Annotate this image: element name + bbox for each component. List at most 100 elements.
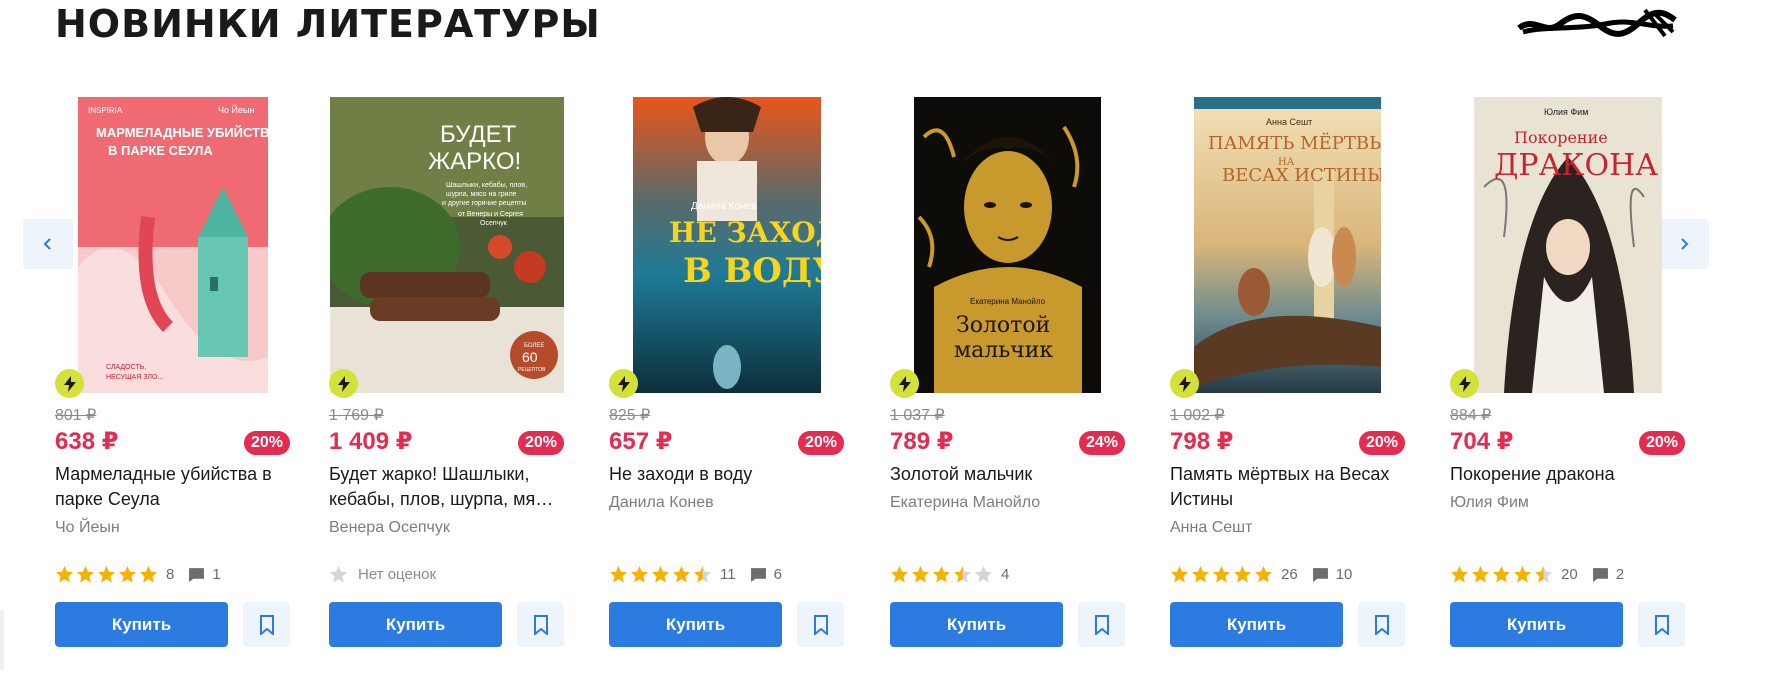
book-author[interactable]: Чо Йеын — [55, 519, 120, 537]
svg-text:РЕЦЕПТОВ: РЕЦЕПТОВ — [518, 367, 546, 373]
svg-text:БУДЕТ: БУДЕТ — [440, 121, 517, 148]
bolt-icon — [609, 369, 638, 398]
svg-text:СЛАДОСТЬ,: СЛАДОСТЬ, — [106, 364, 146, 371]
star-half-icon — [953, 565, 972, 582]
svg-text:ЖАРКО!: ЖАРКО! — [428, 148, 521, 175]
comment-count: 2 — [1615, 565, 1625, 583]
svg-text:НЕСУЩАЯ ЗЛО...: НЕСУЩАЯ ЗЛО... — [106, 374, 163, 381]
discount-badge: 20% — [797, 431, 844, 455]
discount-badge: 24% — [1078, 431, 1125, 455]
star-rating — [890, 565, 995, 584]
rating-count: 4 — [1001, 565, 1010, 583]
book-card[interactable]: БУДЕТ ЖАРКО! Шашлыки, кебабы, плов, шурп… — [329, 97, 569, 657]
discount-badge: 20% — [243, 431, 290, 455]
rating-row: 8 1 — [55, 563, 221, 585]
star-full-icon — [1513, 565, 1532, 582]
book-author[interactable]: Юлия Фим — [1450, 494, 1529, 512]
book-title[interactable]: Мармеладные убийства в парке Сеула — [55, 462, 287, 512]
book-author[interactable]: Венера Осепчук — [329, 519, 450, 537]
buy-button[interactable]: Купить — [329, 602, 502, 647]
star-full-icon — [911, 565, 930, 582]
bookmark-button[interactable] — [243, 602, 290, 647]
old-price: 1 002 ₽ — [1170, 407, 1225, 424]
book-title[interactable]: Память мёртвых на Весах Истины — [1170, 462, 1402, 512]
book-card[interactable]: Юлия Фим Покорение ДРАКОНА 884 ₽ 704 ₽ 2… — [1450, 97, 1690, 657]
bookmark-icon — [813, 614, 828, 635]
svg-text:Анна Сешт: Анна Сешт — [1266, 117, 1312, 127]
book-cover[interactable]: INSPIRIA Чо Йеын МАРМЕЛАДНЫЕ УБИЙСТВА В … — [77, 97, 268, 393]
bookmark-button[interactable] — [1358, 602, 1405, 647]
rating-row: Нет оценок — [329, 563, 436, 585]
svg-text:и другие горячие рецепты: и другие горячие рецепты — [442, 200, 527, 207]
buy-button[interactable]: Купить — [609, 602, 782, 647]
price: 638 ₽ — [55, 428, 119, 455]
book-author[interactable]: Данила Конев — [609, 494, 714, 512]
no-rating-label: Нет оценок — [358, 565, 437, 583]
svg-text:60: 60 — [522, 349, 538, 365]
bookmark-icon — [1374, 614, 1389, 635]
svg-text:В ПАРКЕ СЕУЛА: В ПАРКЕ СЕУЛА — [108, 143, 213, 158]
buy-button[interactable]: Купить — [1170, 602, 1343, 647]
book-title[interactable]: Покорение дракона — [1450, 462, 1682, 487]
bookmark-button[interactable] — [1638, 602, 1685, 647]
svg-text:Чо Йеын: Чо Йеын — [218, 104, 254, 115]
rating-count: 26 — [1281, 565, 1298, 583]
svg-text:ДРАКОНА: ДРАКОНА — [1494, 148, 1658, 183]
old-price: 801 ₽ — [55, 407, 97, 424]
book-cover[interactable]: Анна Сешт ПАМЯТЬ МЁРТВЫХ НА ВЕСАХ ИСТИНЫ — [1194, 97, 1381, 393]
svg-text:от Венеры и Сергея: от Венеры и Сергея — [458, 211, 523, 218]
book-author[interactable]: Екатерина Манойло — [890, 494, 1040, 512]
price: 789 ₽ — [890, 428, 954, 455]
rating-row: 4 — [890, 563, 1023, 585]
comment-icon — [750, 567, 766, 582]
rating-row: 26 10 — [1170, 563, 1352, 585]
buy-button[interactable]: Купить — [1450, 602, 1623, 647]
svg-text:Шашлыки, кебабы, плов,: Шашлыки, кебабы, плов, — [446, 181, 527, 189]
comment-count: 6 — [773, 565, 782, 583]
book-title[interactable]: Не заходи в воду — [609, 462, 841, 487]
svg-text:ПАМЯТЬ МЁРТВЫХ: ПАМЯТЬ МЁРТВЫХ — [1208, 131, 1381, 154]
book-author[interactable]: Анна Сешт — [1170, 519, 1252, 537]
bookmark-button[interactable] — [1078, 602, 1125, 647]
star-full-icon — [1450, 565, 1469, 582]
price: 657 ₽ — [609, 428, 673, 455]
star-empty-icon — [329, 565, 348, 582]
comment-icon — [1592, 567, 1608, 582]
star-half-icon — [1534, 565, 1553, 582]
rating-row: 11 6 — [609, 563, 782, 585]
svg-text:мальчик: мальчик — [954, 338, 1053, 363]
bookmark-button[interactable] — [517, 602, 564, 647]
old-price: 884 ₽ — [1450, 407, 1492, 424]
old-price: 1 769 ₽ — [329, 407, 384, 424]
svg-text:Данила Конев: Данила Конев — [691, 201, 756, 212]
book-cover[interactable]: Екатерина Манойло Золотой мальчик — [914, 97, 1101, 393]
section-title: НОВИНКИ ЛИТЕРАТУРЫ — [55, 2, 601, 46]
bookmark-button[interactable] — [797, 602, 844, 647]
svg-text:ВЕСАХ ИСТИНЫ: ВЕСАХ ИСТИНЫ — [1222, 165, 1381, 186]
star-rating — [55, 565, 160, 584]
book-cover[interactable]: Данила Конев НЕ ЗАХОДИ В ВОДУ — [632, 97, 821, 393]
svg-text:НЕ ЗАХОДИ: НЕ ЗАХОДИ — [669, 216, 821, 249]
book-card[interactable]: Данила Конев НЕ ЗАХОДИ В ВОДУ 825 ₽ 657 … — [609, 97, 849, 657]
book-cover[interactable]: БУДЕТ ЖАРКО! Шашлыки, кебабы, плов, шурп… — [329, 97, 564, 393]
book-card[interactable]: INSPIRIA Чо Йеын МАРМЕЛАДНЫЕ УБИЙСТВА В … — [55, 97, 295, 657]
buy-button[interactable]: Купить — [890, 602, 1063, 647]
book-title[interactable]: Будет жарко! Шашлыки, кебабы, плов, шурп… — [329, 462, 561, 512]
bolt-icon — [329, 369, 358, 398]
star-full-icon — [1233, 565, 1252, 582]
book-cover[interactable]: Юлия Фим Покорение ДРАКОНА — [1473, 97, 1662, 393]
svg-text:шурпа, мясо на гриле: шурпа, мясо на гриле — [446, 191, 517, 198]
book-card[interactable]: Анна Сешт ПАМЯТЬ МЁРТВЫХ НА ВЕСАХ ИСТИНЫ… — [1170, 97, 1410, 657]
svg-text:МАРМЕЛАДНЫЕ УБИЙСТВА: МАРМЕЛАДНЫЕ УБИЙСТВА — [96, 125, 268, 140]
book-card[interactable]: Екатерина Манойло Золотой мальчик 1 037 … — [890, 97, 1130, 657]
svg-text:Екатерина Манойло: Екатерина Манойло — [970, 297, 1046, 306]
svg-text:Покорение: Покорение — [1514, 128, 1608, 147]
star-full-icon — [1170, 565, 1189, 582]
chevron-left-icon — [43, 238, 51, 250]
book-title[interactable]: Золотой мальчик — [890, 462, 1122, 487]
bolt-icon — [1170, 369, 1199, 398]
discount-badge: 20% — [1638, 431, 1685, 455]
star-full-icon — [55, 565, 74, 582]
price: 798 ₽ — [1170, 428, 1234, 455]
buy-button[interactable]: Купить — [55, 602, 228, 647]
